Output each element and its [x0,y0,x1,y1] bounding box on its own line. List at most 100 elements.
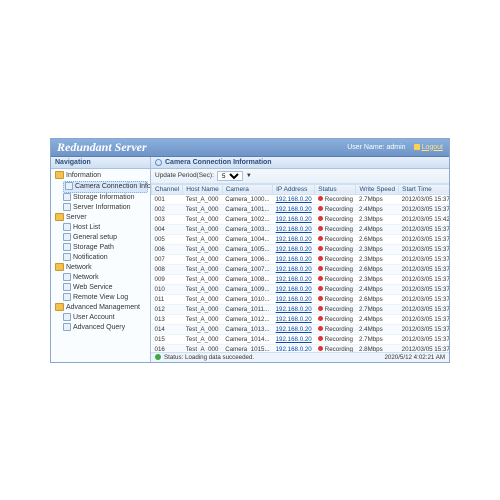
status-dot-icon [318,276,323,281]
user-name: admin [387,144,406,151]
table-row[interactable]: 013Test_A_000Camera_1012... 192.168.0.20R… [152,314,450,324]
table-row[interactable]: 007Test_A_000Camera_1006...192.168.0.20R… [152,254,450,264]
ip-link[interactable]: 192.168.0.20 [276,286,312,293]
cell-ip: 192.168.0.20 [273,264,315,274]
cell-ip: 192.168.0.20 [273,304,315,314]
cell-host: Test_A_000 [183,214,223,224]
cell-speed: 2.7Mbps [356,304,399,314]
cell-status: Recording [315,274,356,284]
cell-speed: 2.8Mbps [356,344,399,352]
nav-item[interactable]: General setup [63,233,148,243]
status-dot-icon [318,246,323,251]
refresh-icon[interactable] [155,159,162,166]
status-dot-icon [318,286,323,291]
cell-start: 2012/03/05 15:37... [399,334,449,344]
cell-ip: 192.168.0.20 [273,234,315,244]
cell-status: Recording [315,314,356,324]
cell-speed: 2.6Mbps [356,294,399,304]
toolbar: Update Period(Sec): 5 ▼ [151,169,449,184]
ip-link[interactable]: 192.168.0.20 [276,246,312,253]
cell-host: Test_A_000 [183,274,223,284]
column-header[interactable]: Status [315,184,356,194]
cell-speed: 2.4Mbps [356,314,399,324]
cell-channel: 013 [152,314,183,324]
status-dot-icon [318,316,323,321]
logout-link[interactable]: Logout [414,144,443,151]
table-row[interactable]: 016Test_A_000Camera_1015...192.168.0.20R… [152,344,450,352]
column-header[interactable]: Camera [222,184,272,194]
cell-speed: 2.3Mbps [356,244,399,254]
table-row[interactable]: 010Test_A_000Camera_1009...192.168.0.20R… [152,284,450,294]
ip-link[interactable]: 192.168.0.20 [276,336,312,343]
cell-host: Test_A_000 [183,324,223,334]
nav-item[interactable]: Web Service [63,283,148,293]
ip-link[interactable]: 192.168.0.20 [276,216,312,223]
data-grid[interactable]: ChannelHost NameCameraIP AddressStatusWr… [151,184,449,352]
cell-host: Test_A_000 [183,314,223,324]
ip-link[interactable]: 192.168.0.20 [276,306,312,313]
table-row[interactable]: 014Test_A_000Camera_1013...192.168.0.20R… [152,324,450,334]
cell-camera: Camera_1011... [222,304,272,314]
nav-group[interactable]: Network [55,263,148,273]
nav-group[interactable]: Advanced Management [55,303,148,313]
column-header[interactable]: IP Address [273,184,315,194]
table-row[interactable]: 002Test_A_000Camera_1001...192.168.0.20R… [152,204,450,214]
ip-link[interactable]: 192.168.0.20 [276,206,312,213]
table-row[interactable]: 008Test_A_000Camera_1007...192.168.0.20R… [152,264,450,274]
nav-item[interactable]: Notification [63,253,148,263]
title-bar: Redundant Server User Name: admin Logout [51,139,449,157]
table-row[interactable]: 015Test_A_000Camera_1014...192.168.0.20R… [152,334,450,344]
cell-host: Test_A_000 [183,294,223,304]
cell-camera: Camera_1008... [222,274,272,284]
cell-start: 2012/03/05 15:37... [399,314,449,324]
nav-item[interactable]: Server Information [63,203,148,213]
table-row[interactable]: 001Test_A_000Camera_1000...192.168.0.20R… [152,194,450,204]
ip-link[interactable]: 192.168.0.20 [276,316,312,323]
ip-link[interactable]: 192.168.0.20 [276,266,312,273]
nav-item[interactable]: Advanced Query [63,323,148,333]
ip-link[interactable]: 192.168.0.20 [276,256,312,263]
ip-link[interactable]: 192.168.0.20 [276,226,312,233]
column-header[interactable]: Start Time [399,184,449,194]
status-dot-icon [318,256,323,261]
nav-item[interactable]: Camera Connection Information [63,181,148,193]
nav-group[interactable]: Information [55,171,148,181]
table-row[interactable]: 005Test_A_000Camera_1004...192.168.0.20R… [152,234,450,244]
ip-link[interactable]: 192.168.0.20 [276,296,312,303]
ip-link[interactable]: 192.168.0.20 [276,276,312,283]
cell-status: Recording [315,254,356,264]
cell-camera: Camera_1003... [222,224,272,234]
column-header[interactable]: Channel [152,184,183,194]
cell-camera: Camera_1012... [222,314,272,324]
update-period-select[interactable]: 5 [217,171,243,181]
cell-ip: 192.168.0.20 [273,214,315,224]
nav-item[interactable]: User Account [63,313,148,323]
table-row[interactable]: 011Test_A_000Camera_1010...192.168.0.20R… [152,294,450,304]
table-row[interactable]: 003Test_A_000Camera_1002...192.168.0.20R… [152,214,450,224]
ip-link[interactable]: 192.168.0.20 [276,196,312,203]
nav-tree[interactable]: InformationCamera Connection Information… [51,169,150,362]
table-row[interactable]: 006Test_A_000Camera_1005...192.168.0.20R… [152,244,450,254]
cell-channel: 003 [152,214,183,224]
nav-group[interactable]: Server [55,213,148,223]
table-row[interactable]: 004Test_A_000Camera_1003...192.168.0.20R… [152,224,450,234]
column-header[interactable]: Host Name [183,184,223,194]
ip-link[interactable]: 192.168.0.20 [276,236,312,243]
nav-item[interactable]: Host List [63,223,148,233]
nav-item[interactable]: Storage Path [63,243,148,253]
column-header[interactable]: Write Speed [356,184,399,194]
cell-speed: 2.4Mbps [356,284,399,294]
cell-status: Recording [315,304,356,314]
cell-camera: Camera_1015... [222,344,272,352]
status-dot-icon [318,206,323,211]
status-message: Loading data succeeded. [185,354,254,361]
nav-item[interactable]: Remote View Log [63,293,148,303]
table-row[interactable]: 009Test_A_000Camera_1008...192.168.0.20R… [152,274,450,284]
nav-item[interactable]: Storage Information [63,193,148,203]
cell-ip: 192.168.0.20 [273,254,315,264]
ip-link[interactable]: 192.168.0.20 [276,326,312,333]
table-row[interactable]: 012Test_A_000Camera_1011...192.168.0.20R… [152,304,450,314]
nav-item[interactable]: Network [63,273,148,283]
cell-start: 2012/03/05 15:37... [399,244,449,254]
cell-channel: 008 [152,264,183,274]
